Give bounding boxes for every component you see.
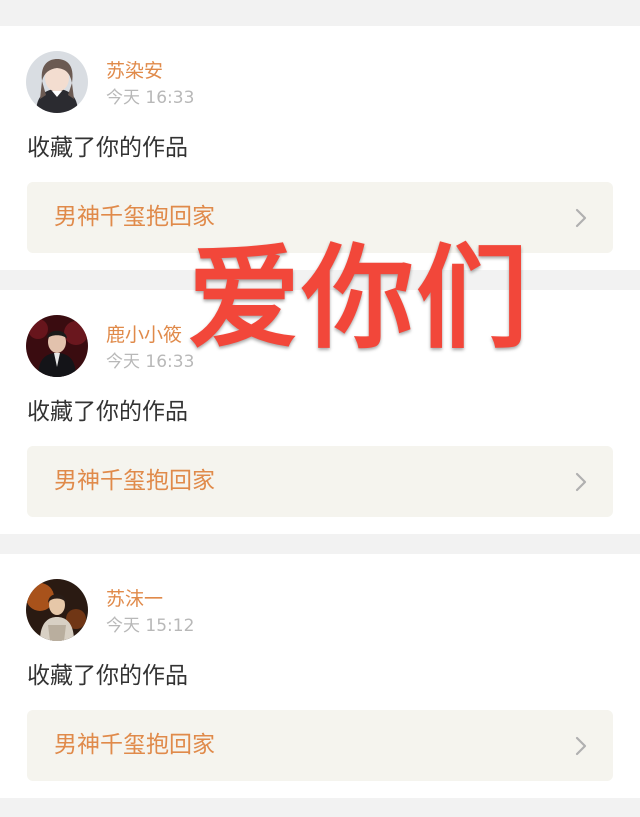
avatar-suit-icon	[26, 315, 88, 377]
work-title: 男神千玺抱回家	[54, 732, 215, 758]
user-avatar[interactable]	[26, 315, 88, 377]
notification-card[interactable]: 苏沫一 今天 15:12 收藏了你的作品 男神千玺抱回家	[0, 554, 640, 798]
overlay-text: 爱你们	[188, 234, 530, 364]
user-avatar[interactable]	[26, 51, 88, 113]
timestamp: 今天 16:33	[106, 88, 195, 108]
action-text: 收藏了你的作品	[27, 663, 188, 689]
username[interactable]: 鹿小小筱	[106, 326, 182, 345]
timestamp: 今天 16:33	[106, 352, 195, 372]
work-title: 男神千玺抱回家	[54, 468, 215, 494]
timestamp: 今天 15:12	[106, 616, 195, 636]
username[interactable]: 苏染安	[106, 62, 163, 81]
work-link[interactable]: 男神千玺抱回家	[27, 446, 613, 517]
action-text: 收藏了你的作品	[27, 399, 188, 425]
chevron-right-icon	[575, 472, 587, 492]
work-link[interactable]: 男神千玺抱回家	[27, 710, 613, 781]
user-avatar[interactable]	[26, 579, 88, 641]
chevron-right-icon	[575, 736, 587, 756]
work-title: 男神千玺抱回家	[54, 204, 215, 230]
avatar-stage-icon	[26, 579, 88, 641]
action-text: 收藏了你的作品	[27, 135, 188, 161]
chevron-right-icon	[575, 208, 587, 228]
username[interactable]: 苏沫一	[106, 590, 163, 609]
avatar-girl-icon	[26, 51, 88, 113]
